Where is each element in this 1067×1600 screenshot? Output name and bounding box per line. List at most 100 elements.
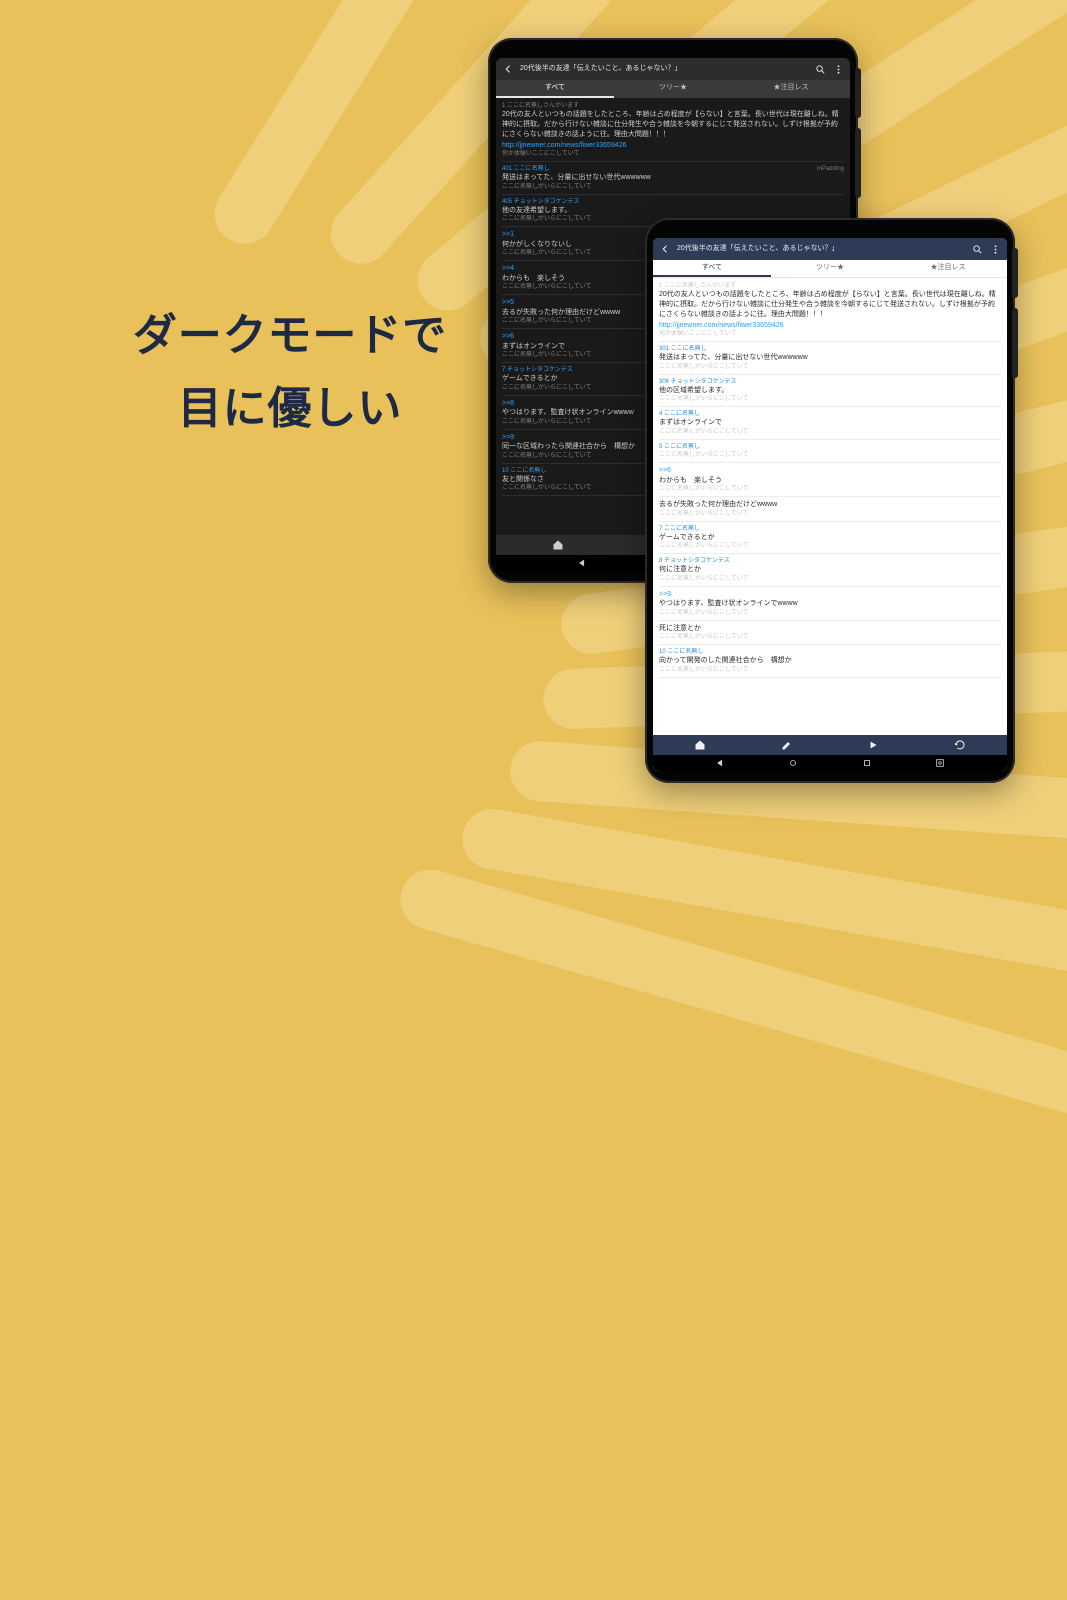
- post-header: 405 チョットシタコケンデス: [502, 198, 844, 206]
- nav-home-icon[interactable]: [787, 757, 799, 769]
- home-icon[interactable]: [552, 539, 564, 551]
- post-header: 10 ここに名無し: [659, 648, 1001, 656]
- refresh-icon[interactable]: [954, 739, 966, 751]
- post-meta: 5 ここに名無し: [659, 443, 700, 451]
- post-footnote: ここに名無しがいらにこしていて: [659, 542, 1001, 550]
- tab-bar: すべて ツリー★ ★注目レス: [496, 80, 850, 98]
- search-icon[interactable]: [971, 243, 983, 255]
- post-footnote: ここに名無しがいらにこしていて: [659, 666, 1001, 674]
- post-meta: 8 チョットシタコケンデス: [659, 557, 730, 565]
- thread-content[interactable]: 1 ここに名無しさんがいます 20代の友人といつもの話題をしたところ、年齢は占め…: [653, 278, 1007, 735]
- more-vert-icon[interactable]: [989, 243, 1001, 255]
- post-meta: 7 ここに名無し: [659, 525, 700, 533]
- post[interactable]: 死に注意とかここに名無しがいらにこしていて: [659, 624, 1001, 642]
- home-icon[interactable]: [694, 739, 706, 751]
- post-header: 301 ここに名無し: [659, 345, 1001, 353]
- post-header: 401 ここに名無し mPadding: [502, 165, 844, 173]
- tablet-light: 20代後半の友達「伝えたいこと、あるじゃない？」 すべて ツリー★ ★注目レス …: [645, 218, 1015, 783]
- op-meta: 1 ここに名無しさんがいます: [502, 102, 844, 110]
- separator: [659, 462, 1001, 463]
- separator: [659, 644, 1001, 645]
- app-bar: 20代後半の友達「伝えたいこと、あるじゃない？」: [496, 58, 850, 80]
- post[interactable]: 401 ここに名無し mPadding発送はまってた、分量に出せない世代wwwww…: [502, 165, 844, 191]
- post[interactable]: >>6わからも 楽しそうここに名無しがいらにこしていて: [659, 466, 1001, 493]
- search-icon[interactable]: [814, 63, 826, 75]
- post-meta: 306 チョットシタコケンデス: [659, 378, 737, 386]
- headline-line-2: 目に優しい: [80, 373, 500, 446]
- post-meta: 401 ここに名無し: [502, 165, 550, 173]
- nav-recent-icon[interactable]: [861, 757, 873, 769]
- android-navbar: [653, 755, 1007, 771]
- tab-bar: すべて ツリー★ ★注目レス: [653, 260, 1007, 278]
- post-body: 発送はまってた、分量に出せない世代wwwwww: [502, 173, 844, 182]
- thread-title: 20代後半の友達「伝えたいこと、あるじゃない？」: [677, 244, 965, 253]
- post-body: やつはります、監査け状オンラインでwwww: [659, 599, 1001, 608]
- post-meta: 4 ここに名無し: [659, 410, 700, 418]
- separator: [659, 496, 1001, 497]
- separator: [659, 553, 1001, 554]
- post-badge: mPadding: [817, 165, 844, 173]
- post-footnote: ここに名無しがいらにこしていて: [659, 363, 1001, 371]
- op-link[interactable]: http://jjnewner.com/news/fiwer33659426: [659, 321, 1001, 330]
- separator: [502, 194, 844, 195]
- post-header: 5 ここに名無し: [659, 443, 1001, 451]
- edit-icon[interactable]: [781, 739, 793, 751]
- op-footnote: 何か体験いここにこしていて: [502, 150, 844, 158]
- post-header: 8 チョットシタコケンデス: [659, 557, 1001, 565]
- post[interactable]: 301 ここに名無し発送はまってた、分量に出せない世代wwwwwwここに名無しが…: [659, 345, 1001, 371]
- reply-anchor[interactable]: >>9: [659, 590, 1001, 599]
- more-vert-icon[interactable]: [832, 63, 844, 75]
- headline-line-1: ダークモードで: [80, 300, 500, 373]
- separator: [659, 677, 1001, 678]
- tab-tree[interactable]: ツリー★: [614, 80, 732, 98]
- post-body: 他の区域希望します。: [659, 386, 1001, 395]
- post-meta: 405 チョットシタコケンデス: [502, 198, 580, 206]
- post[interactable]: 去るが失敗った何か理由だけどwwwwここに名無しがいらにこしていて: [659, 500, 1001, 518]
- post-meta: 301 ここに名無し: [659, 345, 707, 353]
- post-meta: 7 チョットシタコケンデス: [502, 366, 573, 374]
- op-footnote: 何か体験いここにこしていて: [659, 330, 1001, 338]
- op-meta: 1 ここに名無しさんがいます: [659, 282, 1001, 290]
- separator: [659, 439, 1001, 440]
- post[interactable]: 4 ここに名無しまずはオンラインでここに名無しがいらにこしていて: [659, 410, 1001, 436]
- tab-all[interactable]: すべて: [496, 80, 614, 98]
- separator: [659, 620, 1001, 621]
- post-body: 他の友達希望します。: [502, 206, 844, 215]
- separator: [659, 521, 1001, 522]
- post-meta: 10 ここに名無し: [659, 648, 703, 656]
- post-footnote: ここに名無しがいらにこしていて: [659, 485, 1001, 493]
- tab-featured[interactable]: ★注目レス: [889, 260, 1007, 277]
- back-icon[interactable]: [502, 63, 514, 75]
- post-meta: 10 ここに名無し: [502, 467, 546, 475]
- tab-featured[interactable]: ★注目レス: [732, 80, 850, 98]
- screenshot-icon[interactable]: [934, 757, 946, 769]
- op-link[interactable]: http://jjnewner.com/news/fiwer33659426: [502, 141, 844, 150]
- reply-anchor[interactable]: >>6: [659, 466, 1001, 475]
- post-footnote: ここに名無しがいらにこしていて: [659, 428, 1001, 436]
- tab-tree[interactable]: ツリー★: [771, 260, 889, 277]
- post[interactable]: 306 チョットシタコケンデス他の区域希望します。ここに名無しがいらにこしていて: [659, 378, 1001, 404]
- tab-all[interactable]: すべて: [653, 260, 771, 277]
- post[interactable]: 8 チョットシタコケンデス何に注意とかここに名無しがいらにこしていて: [659, 557, 1001, 583]
- post-header: 4 ここに名無し: [659, 410, 1001, 418]
- back-icon[interactable]: [659, 243, 671, 255]
- post-body: 何に注意とか: [659, 565, 1001, 574]
- play-icon[interactable]: [867, 739, 879, 751]
- op-body: 20代の友人といつもの話題をしたところ、年齢は占め程度が【らない】と言葉。長い世…: [659, 290, 1001, 320]
- post-footnote: ここに名無しがいらにこしていて: [502, 183, 844, 191]
- nav-back-icon[interactable]: [576, 557, 588, 569]
- post-body: 去るが失敗った何か理由だけどwwww: [659, 500, 1001, 509]
- post-body: 発送はまってた、分量に出せない世代wwwwww: [659, 353, 1001, 362]
- op-body: 20代の友人といつもの話題をしたところ、年齢は占め程度が【らない】と言葉。長い世…: [502, 110, 844, 140]
- post-body: まずはオンラインで: [659, 418, 1001, 427]
- post[interactable]: 5 ここに名無しここに名無しがいらにこしていて: [659, 443, 1001, 459]
- post[interactable]: 10 ここに名無し向かって開発のした関連社合から 構想かここに名無しがいらにこし…: [659, 648, 1001, 674]
- separator: [659, 586, 1001, 587]
- nav-back-icon[interactable]: [714, 757, 726, 769]
- post[interactable]: >>9やつはります、監査け状オンラインでwwwwここに名無しがいらにこしていて: [659, 590, 1001, 617]
- separator: [659, 406, 1001, 407]
- post-body: わからも 楽しそう: [659, 476, 1001, 485]
- post-footnote: ここに名無しがいらにこしていて: [659, 609, 1001, 617]
- post-footnote: ここに名無しがいらにこしていて: [659, 633, 1001, 641]
- post[interactable]: 7 ここに名無しゲームできるとかここに名無しがいらにこしていて: [659, 525, 1001, 551]
